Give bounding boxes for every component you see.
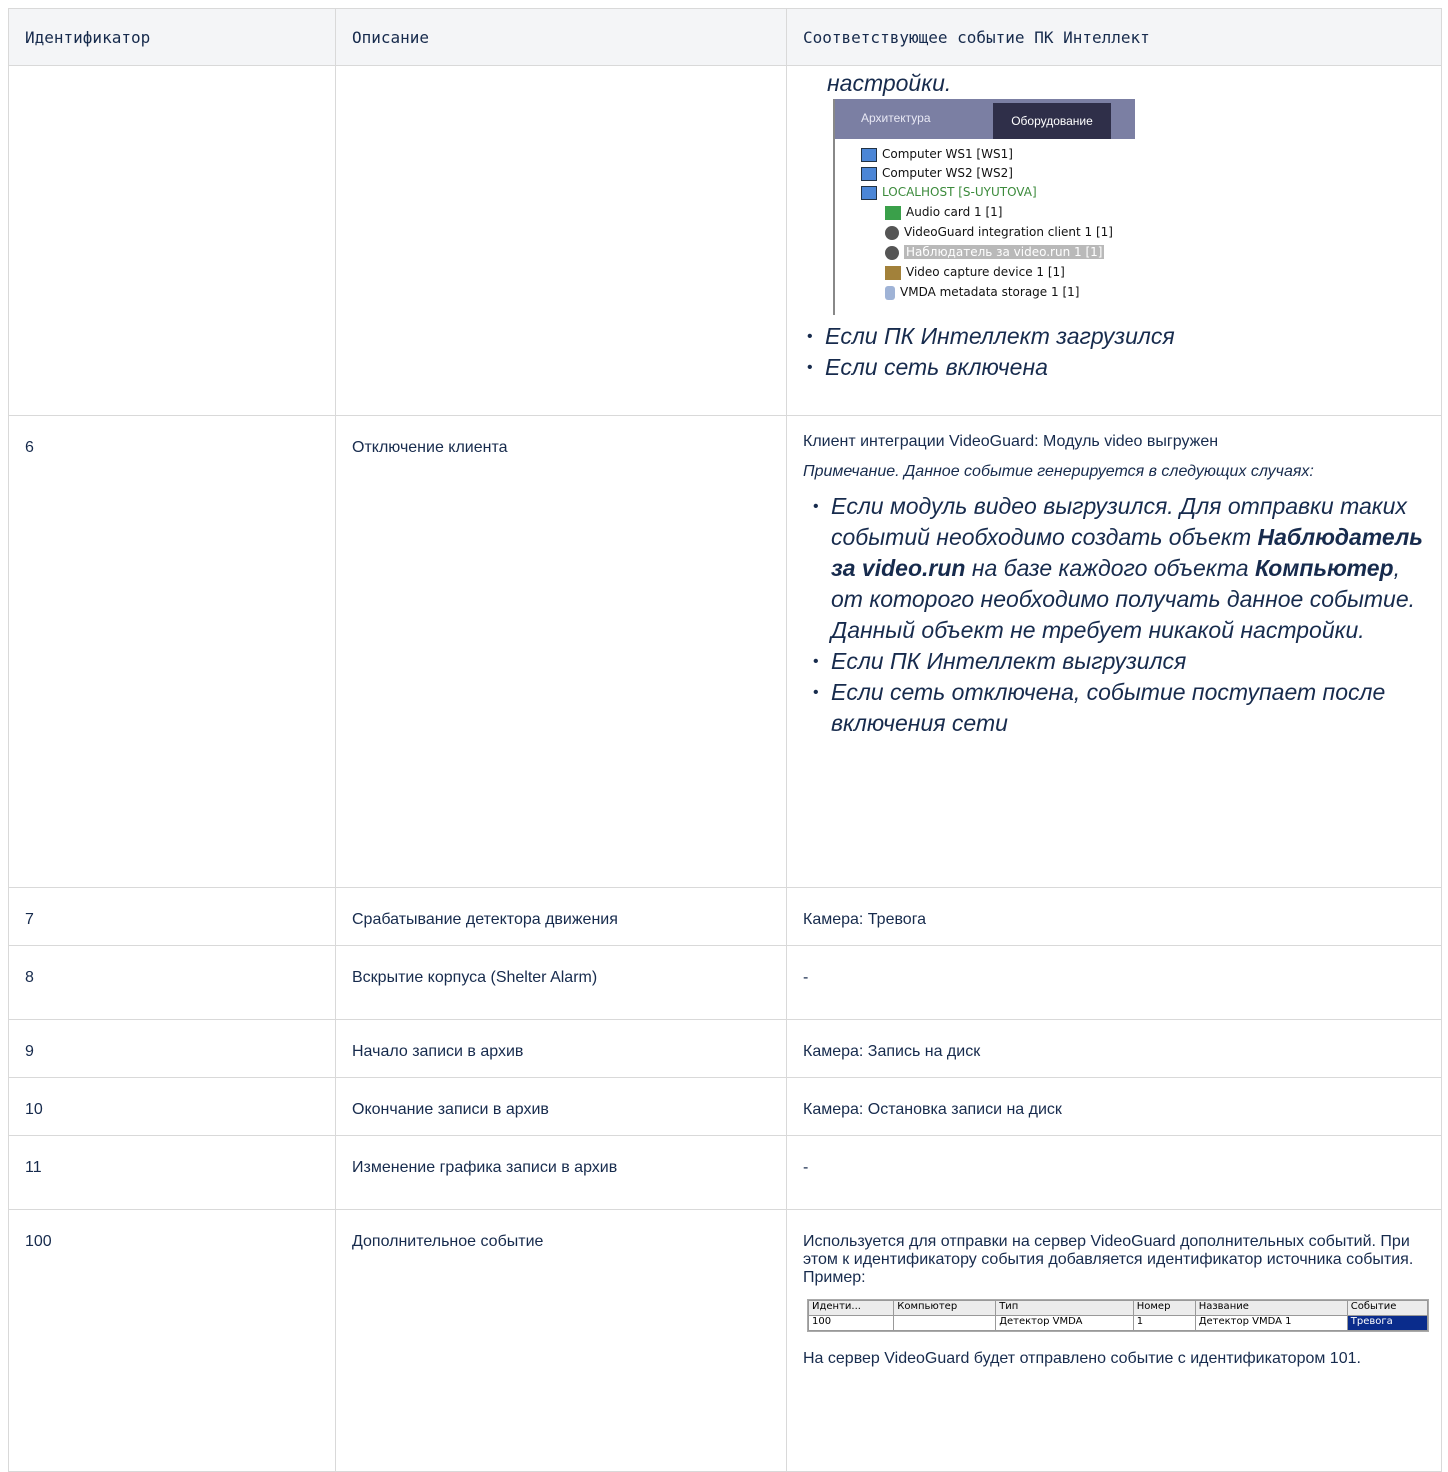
row-event: Клиент интеграции VideoGuard: Модуль vid… <box>803 433 1219 450</box>
list-item: Если ПК Интеллект выгрузился <box>813 646 1425 677</box>
tree-item: Audio card 1 [1] <box>885 203 1002 222</box>
tree-item: Computer WS1 [WS1] <box>861 145 1013 164</box>
after-text: На сервер VideoGuard будет отправлено со… <box>803 1350 1361 1367</box>
event-cell: настройки. Архитектура Оборудование Comp… <box>786 65 1442 416</box>
table-row: 10 Окончание записи в архив Камера: Оста… <box>8 1077 1442 1136</box>
bullet-list: Если модуль видео выгрузился. Для отправ… <box>803 491 1425 739</box>
bullet-list: Если ПК Интеллект загрузился Если сеть в… <box>787 321 1441 383</box>
table-row: 7 Срабатывание детектора движения Камера… <box>8 887 1442 946</box>
tree-item: Video capture device 1 [1] <box>885 263 1065 282</box>
table-row: 100 Дополнительное событие Используется … <box>8 1209 1442 1472</box>
monitor-icon <box>861 166 877 181</box>
observer-icon <box>885 245 899 260</box>
example-table-screenshot: Иденти... Компьютер Тип Номер Название Событи… <box>807 1299 1429 1332</box>
table-row: настройки. Архитектура Оборудование Comp… <box>8 65 1442 416</box>
tree-item-selected: Наблюдатель за video.run 1 [1] <box>885 243 1105 262</box>
monitor-icon <box>861 147 877 162</box>
row-event: Используется для отправки на сервер Vide… <box>803 1233 1414 1286</box>
storage-icon <box>885 285 895 300</box>
table-header-row: Идентификатор Описание Соответствующее с… <box>8 8 1442 66</box>
list-item: Если ПК Интеллект загрузился <box>807 321 1441 352</box>
note-text: Примечание. Данное событие генерируется … <box>803 463 1314 480</box>
events-table: Идентификатор Описание Соответствующее с… <box>8 8 1442 1472</box>
list-item: Если сеть включена <box>807 352 1441 383</box>
table-row: 6 Отключение клиента Клиент интеграции V… <box>8 415 1442 888</box>
tree-item: VideoGuard integration client 1 [1] <box>885 223 1113 242</box>
tab-hardware: Оборудование <box>993 103 1111 139</box>
tree-item: LOCALHOST [S-UYUTOVA] <box>861 183 1037 202</box>
client-icon <box>885 225 899 240</box>
tab-architecture: Архитектура <box>861 111 931 125</box>
list-item: Если сеть отключена, событие поступает п… <box>813 677 1425 739</box>
header-id: Идентификатор <box>8 8 336 66</box>
list-item: Если модуль видео выгрузился. Для отправ… <box>813 491 1425 646</box>
row-id: 6 <box>25 439 34 456</box>
header-description: Описание <box>335 8 787 66</box>
capture-device-icon <box>885 265 901 280</box>
row-description: Отключение клиента <box>352 439 508 456</box>
table-row: 9 Начало записи в архив Камера: Запись н… <box>8 1019 1442 1078</box>
table-row: 11 Изменение графика записи в архив - <box>8 1135 1442 1210</box>
tree-item: Computer WS2 [WS2] <box>861 164 1013 183</box>
tail-text: настройки. <box>827 70 952 96</box>
header-event: Соответствующее событие ПК Интеллект <box>786 8 1442 66</box>
tree-item: VMDA metadata storage 1 [1] <box>885 283 1079 302</box>
audio-card-icon <box>885 205 901 220</box>
monitor-icon <box>861 185 877 200</box>
hardware-tree-screenshot: Архитектура Оборудование Computer WS1 [W… <box>833 99 1135 315</box>
table-row: 8 Вскрытие корпуса (Shelter Alarm) - <box>8 945 1442 1020</box>
